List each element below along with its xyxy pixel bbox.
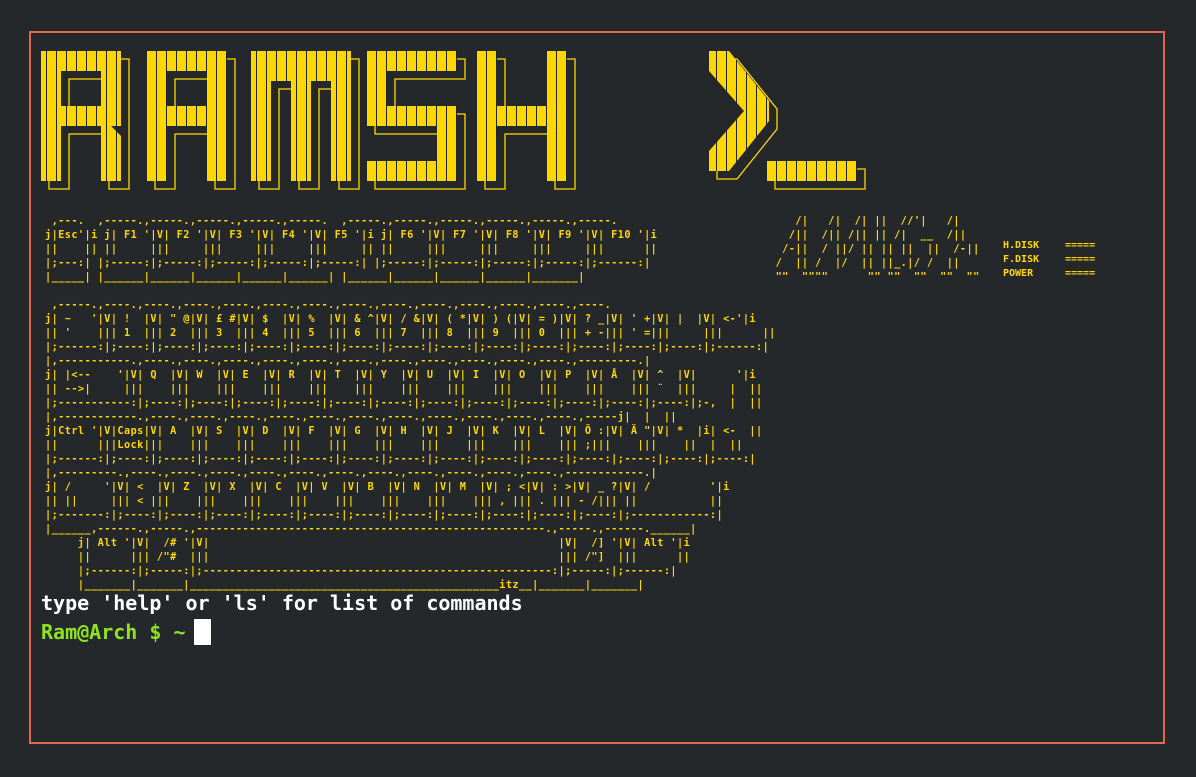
ramsh-banner-logo — [39, 41, 869, 201]
status-power: POWER ===== — [1003, 268, 1096, 279]
status-indicators: H.DISK ===== F.DISK ===== POWER ===== — [1003, 239, 1095, 281]
status-hdisk: H.DISK ===== — [1003, 240, 1096, 251]
command-prompt-line[interactable]: Ram@Arch $ ~ — [41, 619, 211, 645]
text-cursor[interactable] — [193, 619, 211, 645]
help-hint-text: type 'help' or 'ls' for list of commands — [41, 591, 523, 615]
status-fdisk: F.DISK ===== — [1003, 254, 1096, 265]
ascii-arrow-and-numpad-art: /| /| /| || //'| /| /|| /|| /|| || /| __… — [775, 216, 980, 283]
terminal-window[interactable]: ,---. ,-----.,-----.,-----.,-----.,-----… — [29, 31, 1165, 744]
ascii-keyboard-art: ,---. ,-----.,-----.,-----.,-----.,-----… — [45, 216, 776, 591]
prompt-text: Ram@Arch $ ~ — [41, 620, 186, 644]
